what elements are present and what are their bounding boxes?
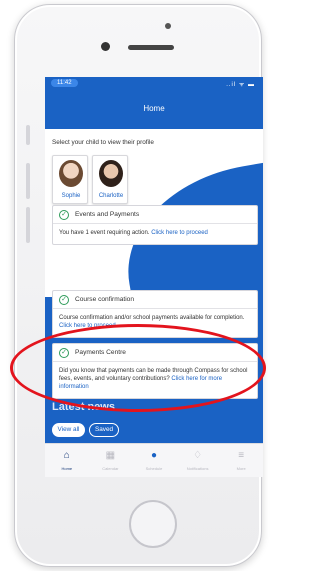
home-button[interactable]: [129, 500, 177, 548]
payments-centre-card[interactable]: ✓ Payments Centre Did you know that paym…: [52, 343, 258, 399]
mute-switch: [26, 125, 30, 145]
card-text: Course confirmation and/or school paymen…: [59, 315, 245, 321]
card-header: ✓ Events and Payments: [53, 206, 257, 224]
card-title: Course confirmation: [75, 296, 135, 303]
proceed-link[interactable]: Click here to proceed: [151, 230, 208, 236]
status-time: 11:42: [51, 79, 78, 87]
tab-more[interactable]: ≡ More: [219, 444, 263, 477]
check-circle-icon: ✓: [59, 295, 69, 305]
proceed-link[interactable]: Click here to proceed: [59, 323, 116, 329]
page-title: Home: [143, 104, 165, 113]
front-camera-icon: [165, 23, 171, 29]
app-screen: 11:42 ..il ᯤ ▬ Home Select your child to…: [45, 77, 263, 477]
calendar-icon: ▦: [105, 450, 116, 461]
check-circle-icon: ✓: [59, 348, 69, 358]
tab-label: Home: [61, 466, 73, 471]
card-text: You have 1 event requiring action.: [59, 230, 150, 236]
phone-frame: 11:42 ..il ᯤ ▬ Home Select your child to…: [14, 4, 263, 567]
saved-button[interactable]: Saved: [89, 423, 119, 437]
card-body: Course confirmation and/or school paymen…: [59, 314, 252, 330]
child-name: Charlotte: [98, 193, 124, 199]
add-icon: ●: [150, 450, 157, 461]
menu-icon: ≡: [238, 450, 245, 461]
select-child-prompt: Select your child to view their profile: [52, 139, 154, 146]
card-header: ✓ Course confirmation: [53, 291, 257, 309]
tab-calendar[interactable]: ▦ Calendar: [89, 444, 133, 477]
card-title: Events and Payments: [75, 211, 140, 218]
card-body: You have 1 event requiring action. Click…: [59, 229, 252, 237]
view-all-button[interactable]: View all: [52, 423, 85, 437]
bottom-tab-bar: ⌂ Home ▦ Calendar ● Schedule ♢ Notificat…: [45, 443, 263, 477]
tab-label: Notifications: [186, 466, 209, 471]
earpiece-speaker: [128, 45, 174, 50]
course-confirmation-card[interactable]: ✓ Course confirmation Course confirmatio…: [52, 290, 258, 338]
events-payments-card[interactable]: ✓ Events and Payments You have 1 event r…: [52, 205, 258, 245]
volume-down-button: [26, 207, 30, 243]
tab-label: More: [236, 466, 246, 471]
tab-home[interactable]: ⌂ Home: [45, 444, 89, 477]
sensor-icon: [101, 42, 110, 51]
tab-label: Calendar: [102, 466, 119, 471]
signal-wifi-battery-icon: ..il ᯤ ▬: [226, 82, 255, 88]
tab-schedule[interactable]: ● Schedule: [132, 444, 176, 477]
child-card-charlotte[interactable]: Charlotte: [92, 155, 128, 204]
latest-news-heading: Latest news: [52, 401, 115, 413]
bell-icon: ♢: [193, 450, 203, 461]
card-body: Did you know that payments can be made t…: [59, 367, 252, 391]
avatar: [59, 160, 83, 187]
card-header: ✓ Payments Centre: [53, 344, 257, 362]
child-name: Sophie: [61, 193, 81, 199]
tab-notifications[interactable]: ♢ Notifications: [176, 444, 220, 477]
home-icon: ⌂: [63, 450, 70, 461]
avatar: [99, 160, 123, 187]
status-bar: 11:42 ..il ᯤ ▬: [45, 77, 263, 91]
volume-up-button: [26, 163, 30, 199]
tab-label: Schedule: [145, 466, 163, 471]
card-title: Payments Centre: [75, 349, 126, 356]
child-card-sophie[interactable]: Sophie: [52, 155, 88, 204]
check-circle-icon: ✓: [59, 210, 69, 220]
